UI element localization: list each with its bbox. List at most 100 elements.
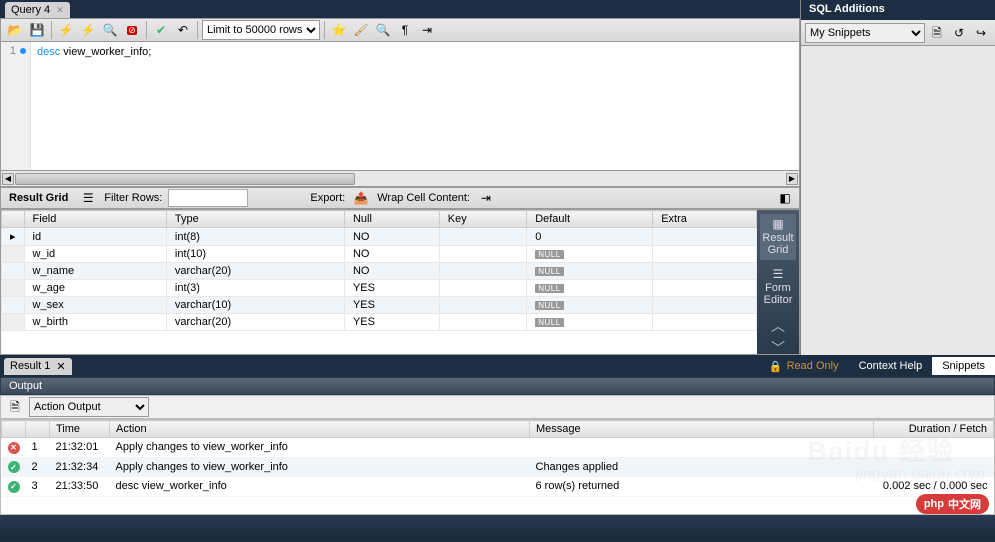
editor-code[interactable]: desc view_worker_info; xyxy=(31,42,799,170)
result-tab[interactable]: Result 1✕ xyxy=(4,358,72,375)
stop-button[interactable]: ⊘ xyxy=(122,20,142,40)
snippets-tab[interactable]: Snippets xyxy=(932,357,995,375)
toggle-wrap-button[interactable]: ⇥ xyxy=(417,20,437,40)
output-clear-button[interactable]: 🗎 xyxy=(5,397,25,417)
sql-editor[interactable]: 1 desc view_worker_info; xyxy=(0,42,800,170)
cell[interactable] xyxy=(439,297,526,314)
table-row[interactable]: w_sexvarchar(10)YES NULL xyxy=(2,297,757,314)
cell[interactable] xyxy=(439,263,526,280)
table-row[interactable]: ▸idint(8)NO 0 xyxy=(2,228,757,246)
execute-current-button[interactable]: ⚡ xyxy=(78,20,98,40)
result-grid-button[interactable]: ▦ Result Grid xyxy=(760,214,796,260)
cell[interactable]: NO xyxy=(344,228,439,246)
grid-options-button[interactable]: ☰ xyxy=(78,188,98,208)
rollback-button[interactable]: ↶ xyxy=(173,20,193,40)
row-selector[interactable]: ▸ xyxy=(2,228,25,246)
wrap-cell-button[interactable]: ⇥ xyxy=(476,188,496,208)
row-selector[interactable] xyxy=(2,246,25,263)
cell[interactable]: YES xyxy=(344,297,439,314)
column-header[interactable]: Action xyxy=(110,421,530,438)
table-row[interactable]: w_ageint(3)YES NULL xyxy=(2,280,757,297)
cell[interactable]: YES xyxy=(344,280,439,297)
cell[interactable] xyxy=(653,246,757,263)
cell[interactable]: w_name xyxy=(24,263,166,280)
column-header[interactable]: Default xyxy=(527,211,653,228)
row-selector[interactable] xyxy=(2,280,25,297)
cell[interactable] xyxy=(439,280,526,297)
snippet-add-button[interactable]: 🗎 xyxy=(927,23,947,43)
column-header[interactable]: Field xyxy=(24,211,166,228)
column-header[interactable] xyxy=(2,421,26,438)
cell[interactable] xyxy=(439,228,526,246)
cell[interactable]: NO xyxy=(344,246,439,263)
form-editor-button[interactable]: ☰ Form Editor xyxy=(760,264,796,310)
cell[interactable]: NO xyxy=(344,263,439,280)
cell[interactable]: int(3) xyxy=(166,280,344,297)
cell[interactable]: varchar(10) xyxy=(166,297,344,314)
query-tab[interactable]: Query 4 ✕ xyxy=(5,2,70,18)
toggle-invisible-button[interactable]: ¶ xyxy=(395,20,415,40)
beautify-button[interactable]: 🖌 xyxy=(351,20,371,40)
table-row[interactable]: w_birthvarchar(20)YES NULL xyxy=(2,314,757,331)
scroll-left-icon[interactable]: ◀ xyxy=(2,173,14,185)
cell[interactable] xyxy=(653,228,757,246)
cell[interactable]: w_age xyxy=(24,280,166,297)
cell[interactable] xyxy=(653,297,757,314)
cell[interactable]: varchar(20) xyxy=(166,263,344,280)
snippets-select[interactable]: My Snippets xyxy=(805,23,925,43)
cell[interactable]: int(10) xyxy=(166,246,344,263)
column-header[interactable] xyxy=(26,421,50,438)
column-header[interactable]: Extra xyxy=(653,211,757,228)
cell[interactable] xyxy=(653,263,757,280)
filter-input[interactable] xyxy=(168,189,248,207)
scroll-right-icon[interactable]: ▶ xyxy=(786,173,798,185)
cell[interactable]: w_id xyxy=(24,246,166,263)
cell[interactable] xyxy=(653,280,757,297)
column-header[interactable]: Key xyxy=(439,211,526,228)
row-limit-select[interactable]: Limit to 50000 rows xyxy=(202,20,320,40)
explain-button[interactable]: 🔍 xyxy=(100,20,120,40)
snippet-restore-button[interactable]: ↺ xyxy=(949,23,969,43)
cell[interactable] xyxy=(439,246,526,263)
context-help-tab[interactable]: Context Help xyxy=(849,357,933,375)
cell[interactable] xyxy=(653,314,757,331)
cell[interactable]: YES xyxy=(344,314,439,331)
column-header[interactable]: Type xyxy=(166,211,344,228)
row-selector[interactable] xyxy=(2,297,25,314)
favorite-button[interactable]: ⭐ xyxy=(329,20,349,40)
snippet-insert-button[interactable]: ↪ xyxy=(971,23,991,43)
cell[interactable]: NULL xyxy=(527,263,653,280)
cell[interactable]: id xyxy=(24,228,166,246)
output-mode-select[interactable]: Action Output xyxy=(29,397,149,417)
cell[interactable]: NULL xyxy=(527,314,653,331)
editor-scrollbar[interactable]: ◀ ▶ xyxy=(0,170,800,187)
panel-toggle-button[interactable]: ◧ xyxy=(775,188,795,208)
cell[interactable]: NULL xyxy=(527,280,653,297)
cell[interactable]: 0 xyxy=(527,228,653,246)
output-row[interactable]: ✓321:33:50desc view_worker_info6 row(s) … xyxy=(2,477,994,497)
side-scroll-down[interactable]: ﹀ xyxy=(771,344,785,354)
cell[interactable] xyxy=(439,314,526,331)
export-button[interactable]: 📤 xyxy=(351,188,371,208)
close-icon[interactable]: ✕ xyxy=(56,5,64,16)
side-scroll-up[interactable]: ︿ xyxy=(771,322,785,332)
row-selector[interactable] xyxy=(2,263,25,280)
cell[interactable]: varchar(20) xyxy=(166,314,344,331)
find-button[interactable]: 🔍 xyxy=(373,20,393,40)
execute-button[interactable]: ⚡ xyxy=(56,20,76,40)
column-header[interactable]: Time xyxy=(50,421,110,438)
column-header[interactable]: Null xyxy=(344,211,439,228)
cell[interactable]: w_birth xyxy=(24,314,166,331)
result-grid[interactable]: FieldTypeNullKeyDefaultExtra ▸idint(8)NO… xyxy=(1,210,757,354)
close-icon[interactable]: ✕ xyxy=(56,360,65,373)
cell[interactable]: int(8) xyxy=(166,228,344,246)
save-button[interactable]: 💾 xyxy=(27,20,47,40)
open-file-button[interactable]: 📂 xyxy=(5,20,25,40)
cell[interactable]: NULL xyxy=(527,297,653,314)
commit-button[interactable]: ✔ xyxy=(151,20,171,40)
cell[interactable]: w_sex xyxy=(24,297,166,314)
scroll-thumb[interactable] xyxy=(15,173,355,185)
row-selector[interactable] xyxy=(2,314,25,331)
table-row[interactable]: w_namevarchar(20)NO NULL xyxy=(2,263,757,280)
table-row[interactable]: w_idint(10)NONULL xyxy=(2,246,757,263)
